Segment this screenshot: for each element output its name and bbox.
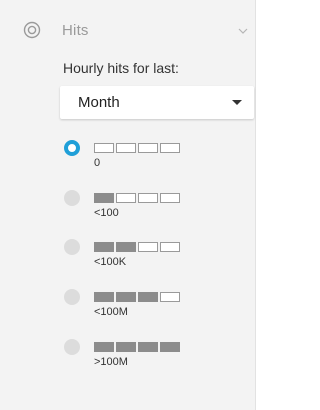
hits-option[interactable]: <100M (60, 289, 210, 329)
level-segment (138, 342, 158, 352)
radio-unselected-icon[interactable] (64, 289, 80, 305)
level-segment (160, 143, 180, 153)
section-title: Hits (62, 22, 89, 39)
level-segment (116, 143, 136, 153)
hits-filter-panel: Hits Hourly hits for last: Month 0 <100 <1… (0, 0, 256, 410)
radio-unselected-icon[interactable] (64, 339, 80, 355)
period-dropdown[interactable]: Month (60, 86, 254, 119)
level-segment (94, 193, 114, 203)
target-icon (23, 21, 41, 39)
hits-option[interactable]: <100 (60, 190, 210, 230)
hits-option[interactable]: <100K (60, 239, 210, 279)
level-bars-icon (94, 143, 180, 153)
radio-unselected-icon[interactable] (64, 190, 80, 206)
hits-section-header[interactable]: Hits (0, 0, 256, 50)
level-bars-icon (94, 242, 180, 252)
hits-option[interactable]: >100M (60, 339, 210, 379)
period-dropdown-value: Month (78, 94, 120, 111)
chevron-down-icon[interactable] (238, 27, 248, 35)
level-segment (116, 242, 136, 252)
level-segment (138, 193, 158, 203)
radio-unselected-icon[interactable] (64, 239, 80, 255)
level-segment (160, 193, 180, 203)
level-segment (116, 193, 136, 203)
hits-option-label: <100K (94, 256, 127, 268)
level-segment (116, 342, 136, 352)
level-bars-icon (94, 193, 180, 203)
level-segment (138, 292, 158, 302)
level-segment (94, 342, 114, 352)
level-segment (138, 143, 158, 153)
level-bars-icon (94, 342, 180, 352)
level-segment (138, 242, 158, 252)
hits-option-label: 0 (94, 157, 101, 169)
hits-option-label: >100M (94, 356, 128, 368)
level-segment (160, 292, 180, 302)
level-segment (94, 292, 114, 302)
level-segment (160, 342, 180, 352)
level-segment (94, 242, 114, 252)
hits-option-label: <100M (94, 306, 128, 318)
level-segment (94, 143, 114, 153)
hits-option-label: <100 (94, 207, 119, 219)
level-segment (160, 242, 180, 252)
period-label: Hourly hits for last: (63, 60, 179, 76)
level-bars-icon (94, 292, 180, 302)
hits-option[interactable]: 0 (60, 140, 210, 180)
radio-selected-icon[interactable] (64, 140, 80, 156)
caret-down-icon (232, 100, 242, 105)
level-segment (116, 292, 136, 302)
